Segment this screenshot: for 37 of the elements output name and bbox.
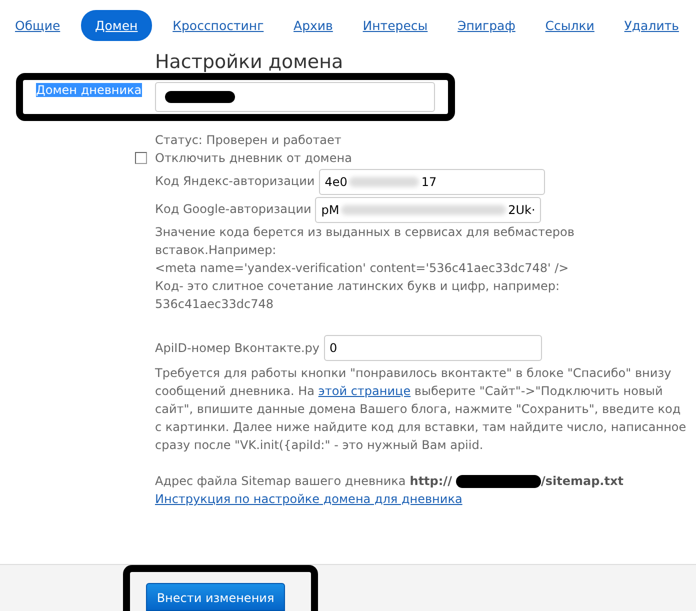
instructions-link[interactable]: Инструкция по настройке домена для дневника <box>155 490 462 508</box>
sitemap-label: Адрес файла Sitemap вашего дневника <box>155 473 406 490</box>
redaction-mark <box>165 91 235 103</box>
field-value: 2Uk· <box>508 203 536 217</box>
help-text: Код- это слитное сочетание латинских букв и цифр, например: 536c41aec33dc748 <box>155 278 561 313</box>
google-code-field[interactable]: pM 2Uk· <box>315 197 542 223</box>
settings-tab[interactable]: Общие <box>6 12 70 38</box>
blurred-text <box>349 177 420 187</box>
field-label: Домен дневника <box>36 83 142 97</box>
help-text: Значение кода берется из выданных в сервисах для вебмастеров вставок.Например: <box>155 224 576 259</box>
help-text: Требуется для работы кнопки "понравилось вконтакте" в блоке "Спасибо" внизу сообщений дневника. На этой странице выберите "Сайт"->"Подключить новый сайт", впишите данные домена Вашего блога, нажмите "Сохранить", введите код с картинки. Далее ниже найдите код для вставки, там найдите число, написанное сразу после "VK.init({apiId:" - это нужный Вам apiid. <box>155 365 688 454</box>
page-title: Настройки домена <box>155 51 344 73</box>
vk-apiid-field[interactable]: 0 <box>324 335 542 361</box>
page-link[interactable]: этой странице <box>318 384 411 398</box>
field-value: 4e0 <box>324 175 348 189</box>
settings-tab[interactable]: Архив <box>284 12 342 38</box>
field-label: ApiID-номер Вконтакте.ру <box>155 340 320 357</box>
settings-tab[interactable]: Эпиграф <box>448 12 524 38</box>
help-text: <meta name='yandex-verification' content='536c41aec33dc748' /> <box>155 260 570 277</box>
field-label: Код Яндекс-авторизации <box>155 173 315 190</box>
field-value: pM <box>321 203 340 217</box>
settings-tab[interactable]: Ссылки <box>536 12 604 38</box>
sitemap-url: /sitemap.txt <box>540 473 624 490</box>
sitemap-url: http:// <box>410 473 452 490</box>
settings-tab[interactable]: Интересы <box>354 12 437 38</box>
settings-tab[interactable]: Кросспостинг <box>164 12 273 38</box>
field-value: 0 <box>330 341 338 355</box>
settings-tab[interactable]: Домен <box>81 10 152 40</box>
domain-input-field[interactable] <box>155 82 435 112</box>
yandex-code-field[interactable]: 4e0 17 <box>318 169 545 195</box>
status-text: Статус: Проверен и работает <box>155 132 342 149</box>
submit-button[interactable]: Внести изменения <box>146 583 285 611</box>
field-label: Код Google-авторизации <box>155 201 312 218</box>
settings-tab[interactable]: Удалить <box>615 12 688 38</box>
checkbox[interactable] <box>135 152 147 164</box>
field-value: 17 <box>421 175 437 189</box>
checkbox-label: Отключить дневник от домена <box>155 150 352 167</box>
